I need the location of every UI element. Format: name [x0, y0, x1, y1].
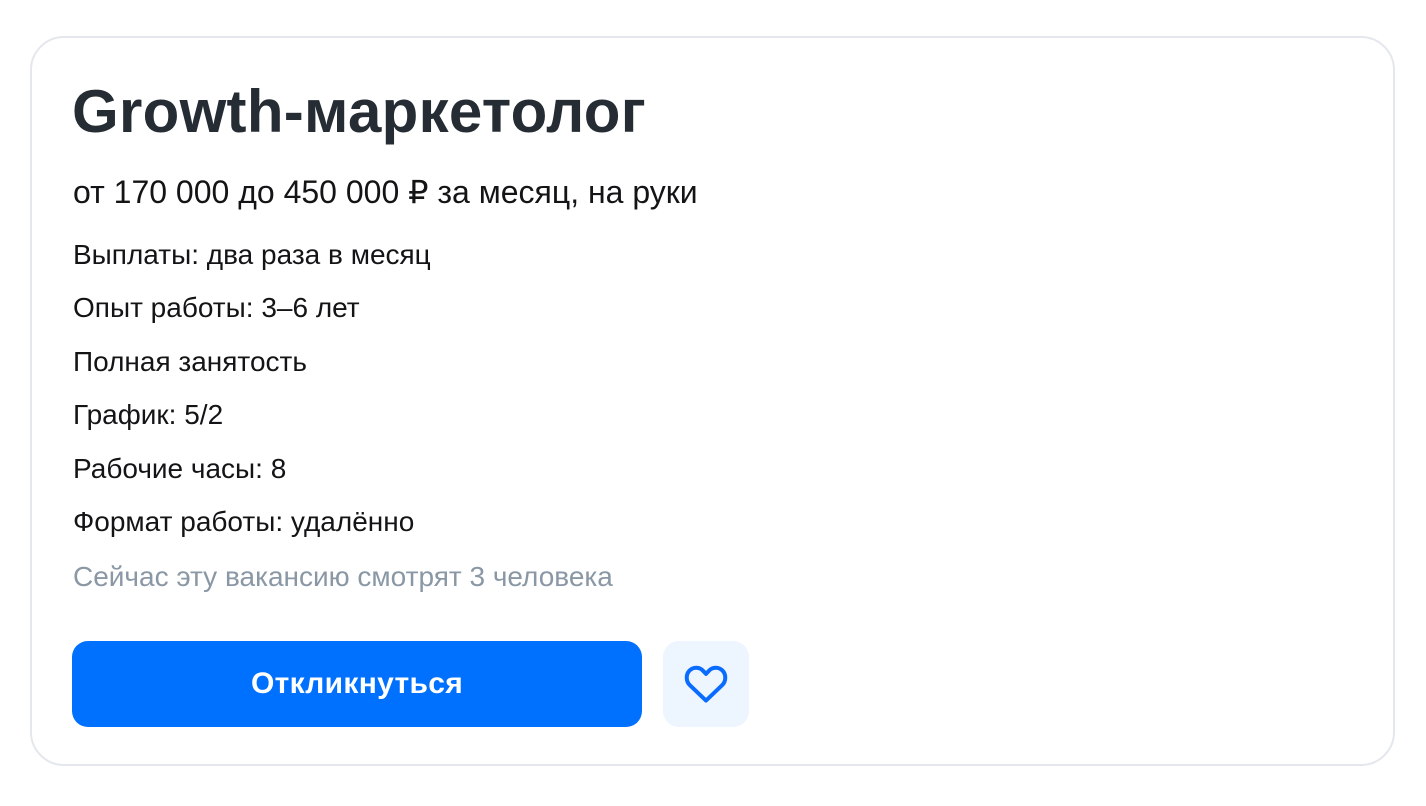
heart-icon	[683, 664, 729, 704]
vacancy-details-list: Выплаты: два раза в месяц Опыт работы: 3…	[73, 238, 431, 558]
working-hours: Рабочие часы: 8	[73, 452, 287, 484]
work-experience: Опыт работы: 3–6 лет	[73, 292, 360, 324]
viewers-count-text: Сейчас эту вакансию смотрят 3 человека	[73, 561, 613, 592]
payment-schedule: Выплаты: два раза в месяц	[73, 239, 431, 270]
employment-type: Полная занятость	[73, 345, 307, 377]
salary-text: от 170 000 до 450 000 ₽ за месяц, на рук…	[73, 174, 698, 210]
work-format: Формат работы: удалённо	[73, 505, 415, 537]
favorite-button[interactable]	[663, 641, 749, 727]
vacancy-card: Growth-маркетолог от 170 000 до 450 000 …	[30, 36, 1395, 766]
work-schedule: График: 5/2	[73, 399, 224, 431]
apply-button[interactable]: Откликнуться	[72, 641, 642, 727]
vacancy-title: Growth-маркетолог	[72, 78, 646, 145]
